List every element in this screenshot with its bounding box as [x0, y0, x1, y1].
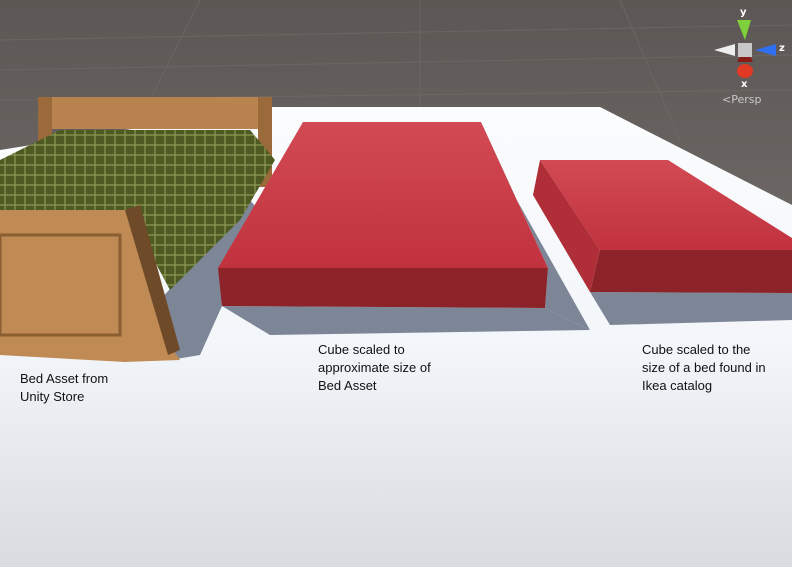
bed-asset-label: Bed Asset from Unity Store	[20, 371, 109, 404]
projection-label: Persp	[731, 93, 762, 106]
gizmo-z-label: z	[779, 43, 785, 54]
scene-viewport[interactable]	[0, 0, 792, 567]
gizmo-y-label: y	[740, 7, 747, 18]
shadow	[222, 306, 590, 335]
persp-chevron-icon: <	[722, 93, 732, 106]
cube-ikea-label: Cube scaled to the size of a bed found i…	[642, 342, 766, 393]
cube-approx-label: Cube scaled to approximate size of Bed A…	[318, 342, 431, 393]
projection-toggle[interactable]: <Persp	[722, 93, 761, 106]
gizmo-center-cube[interactable]	[738, 43, 752, 57]
gizmo-x-label: x	[741, 79, 748, 90]
shadow	[590, 292, 792, 325]
